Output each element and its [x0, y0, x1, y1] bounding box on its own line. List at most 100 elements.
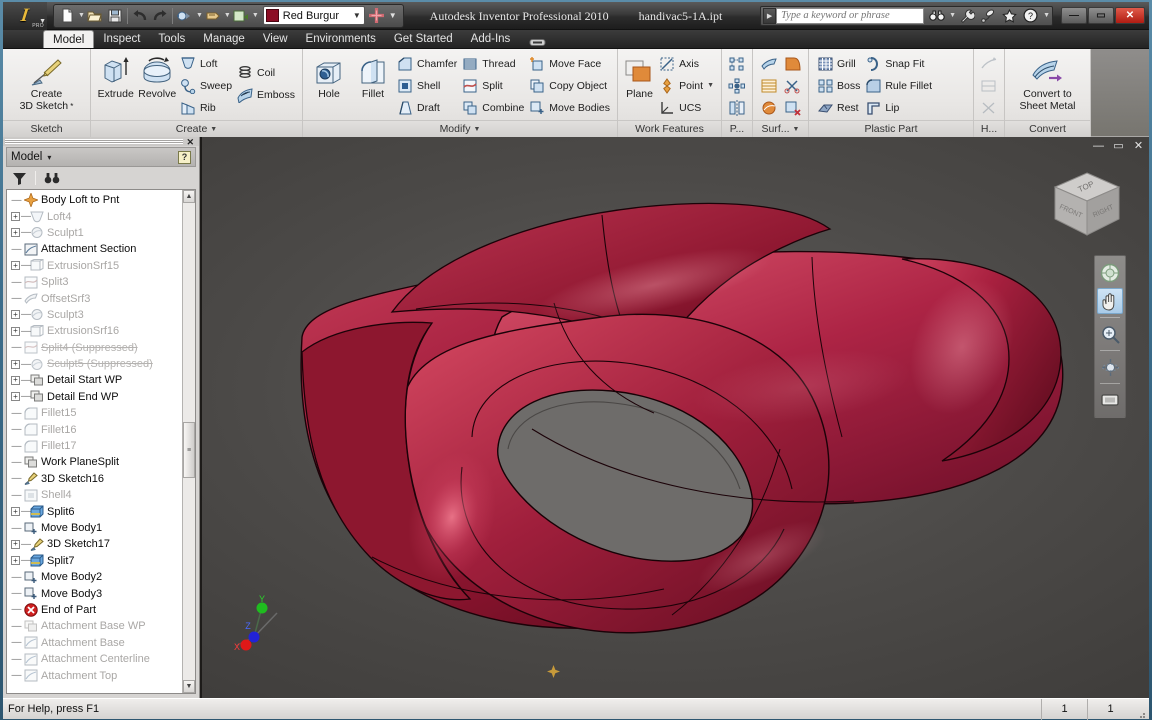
move-face-button[interactable]: Move Face: [527, 53, 613, 74]
scroll-track[interactable]: ≡: [183, 203, 195, 680]
chevron-down-icon[interactable]: ▼: [949, 12, 956, 19]
scroll-thumb[interactable]: ≡: [183, 422, 195, 479]
convert-to-sheet-metal-button[interactable]: Convert to Sheet Metal: [1009, 52, 1086, 112]
tree-node[interactable]: — Body Loft to Pnt: [7, 192, 182, 208]
close-icon[interactable]: ✕: [183, 137, 197, 146]
emboss-button[interactable]: Emboss: [235, 84, 298, 105]
tree-node[interactable]: — Attachment Top: [7, 667, 182, 683]
tree-node[interactable]: — Attachment Section: [7, 241, 182, 257]
chevron-down-icon[interactable]: ▼: [707, 82, 714, 89]
tab-get-started[interactable]: Get Started: [385, 30, 462, 48]
resize-grip[interactable]: [1133, 699, 1149, 720]
tree-node[interactable]: + — Split6: [7, 503, 182, 519]
tree-node[interactable]: + — Split7: [7, 553, 182, 569]
expand-toggle-icon[interactable]: +: [11, 392, 20, 402]
expand-toggle-icon[interactable]: +: [11, 359, 20, 369]
tab-inspect[interactable]: Inspect: [94, 30, 149, 48]
wrench-icon[interactable]: [958, 6, 977, 25]
tab-view[interactable]: View: [254, 30, 297, 48]
tree-node[interactable]: + — Sculpt1: [7, 225, 182, 241]
update-button[interactable]: [231, 6, 251, 26]
copy-object-button[interactable]: Copy Object: [527, 75, 613, 96]
axis-button[interactable]: Axis: [657, 53, 717, 74]
tab-add-ins[interactable]: Add-Ins: [462, 30, 520, 48]
snap-fit-button[interactable]: Snap Fit: [863, 53, 935, 74]
tree-node[interactable]: — Fillet16: [7, 421, 182, 437]
scroll-down-button[interactable]: ▼: [183, 680, 195, 693]
viewport-minimize-button[interactable]: —: [1092, 139, 1105, 152]
sculpt-icon[interactable]: [757, 97, 780, 118]
hole-button[interactable]: Hole: [307, 52, 351, 101]
browser-drag-bar[interactable]: ✕: [3, 137, 199, 146]
scroll-up-button[interactable]: ▲: [183, 190, 195, 203]
chevron-down-icon[interactable]: ▼: [252, 12, 259, 19]
create-3d-sketch-button[interactable]: Create 3D Sketch *: [15, 52, 79, 112]
tree-node[interactable]: + — Sculpt5 (Suppressed): [7, 356, 182, 372]
search-dropdown-arrow[interactable]: ▶: [763, 7, 777, 24]
3d-model-render[interactable]: [202, 137, 1149, 696]
undo-button[interactable]: [130, 6, 150, 26]
tree-node[interactable]: — Attachment Centerline: [7, 651, 182, 667]
thread-button[interactable]: Thread: [460, 53, 527, 74]
new-document-button[interactable]: [57, 6, 77, 26]
rest-button[interactable]: Rest: [815, 97, 863, 118]
sweep-button[interactable]: Sweep: [178, 75, 235, 96]
fillet-button[interactable]: Fillet: [351, 52, 395, 101]
tree-node[interactable]: — OffsetSrf3: [7, 290, 182, 306]
add-material-button[interactable]: [368, 6, 386, 26]
tree-node[interactable]: — Move Body1: [7, 520, 182, 536]
chevron-down-icon[interactable]: ▼: [353, 11, 362, 20]
thicken-offset-icon[interactable]: [757, 53, 780, 74]
revolve-button[interactable]: Revolve: [136, 52, 177, 101]
coil-button[interactable]: Coil: [235, 62, 298, 83]
close-button[interactable]: ✕: [1115, 7, 1145, 24]
tree-node[interactable]: — Move Body2: [7, 569, 182, 585]
tree-node[interactable]: — End of Part: [7, 602, 182, 618]
orbit-icon[interactable]: [1097, 354, 1123, 380]
tree-node[interactable]: + — Detail Start WP: [7, 372, 182, 388]
pattern-circular-icon[interactable]: [725, 75, 748, 96]
expand-toggle-icon[interactable]: +: [11, 539, 20, 549]
tree-node[interactable]: + — Loft4: [7, 208, 182, 224]
tree-node[interactable]: + — ExtrusionSrf15: [7, 258, 182, 274]
graphics-viewport[interactable]: — ▭ ✕ Y Z X TOP FRONT RIGHT: [200, 137, 1149, 698]
minimize-button[interactable]: —: [1061, 7, 1087, 24]
tree-node[interactable]: — Fillet17: [7, 438, 182, 454]
grill-button[interactable]: Grill: [815, 53, 863, 74]
loft-button[interactable]: Loft: [178, 53, 235, 74]
zoom-magnifier-icon[interactable]: [1097, 321, 1123, 347]
tab-model[interactable]: Model: [43, 30, 95, 48]
help-badge[interactable]: ?: [178, 150, 191, 164]
maximize-button[interactable]: ▭: [1088, 7, 1114, 24]
tree-node[interactable]: + — ExtrusionSrf16: [7, 323, 182, 339]
move-bodies-button[interactable]: Move Bodies: [527, 97, 613, 118]
tree-node[interactable]: — Work PlaneSplit: [7, 454, 182, 470]
chevron-down-icon[interactable]: ▼: [1043, 12, 1050, 19]
select-filter-button[interactable]: [175, 6, 195, 26]
chevron-down-icon[interactable]: ▼: [78, 12, 85, 19]
trim-surface-icon[interactable]: [781, 75, 804, 96]
expand-toggle-icon[interactable]: +: [11, 228, 20, 238]
look-at-icon[interactable]: [1097, 387, 1123, 413]
tab-manage[interactable]: Manage: [194, 30, 254, 48]
question-icon[interactable]: ?: [1021, 6, 1040, 25]
tree-node[interactable]: — Shell4: [7, 487, 182, 503]
expand-toggle-icon[interactable]: +: [11, 212, 20, 222]
application-menu-button[interactable]: I PRO ▼: [3, 1, 47, 30]
ucs-button[interactable]: UCS: [657, 97, 717, 118]
viewport-restore-button[interactable]: ▭: [1112, 139, 1125, 152]
ribbon-panel-label-modify[interactable]: Modify ▼: [303, 120, 617, 137]
delete-face-icon[interactable]: [781, 97, 804, 118]
ribbon-panel-label-surface[interactable]: Surf... ▼: [753, 120, 808, 137]
expand-toggle-icon[interactable]: +: [11, 556, 20, 566]
tree-node[interactable]: — Attachment Base WP: [7, 618, 182, 634]
mirror-icon[interactable]: [725, 97, 748, 118]
ribbon-panel-label-create[interactable]: Create ▼: [91, 120, 302, 137]
lip-button[interactable]: Lip: [863, 97, 935, 118]
tree-node[interactable]: + — Detail End WP: [7, 389, 182, 405]
steering-wheel-icon[interactable]: [1097, 260, 1123, 286]
tree-node[interactable]: — Attachment Base: [7, 635, 182, 651]
expand-toggle-icon[interactable]: +: [11, 375, 20, 385]
color-style-dropdown[interactable]: Red Burgur ▼: [262, 6, 365, 25]
expand-toggle-icon[interactable]: +: [11, 507, 20, 517]
